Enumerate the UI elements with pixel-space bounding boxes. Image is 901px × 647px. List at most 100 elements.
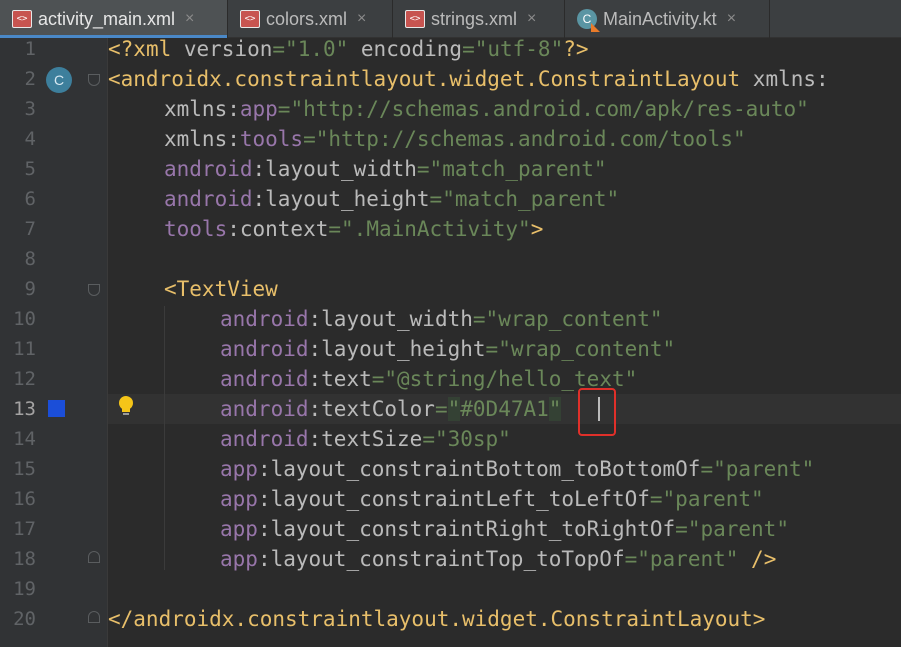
line-number: 2 — [24, 68, 36, 90]
token: = — [434, 397, 448, 421]
token: = — [429, 187, 443, 211]
line-number: 16 — [13, 488, 36, 510]
tab-strings-xml[interactable]: <> strings.xml × — [393, 0, 565, 38]
token: "parent" — [637, 547, 752, 571]
editor-tab-bar: <> activity_main.xml × <> colors.xml × <… — [0, 0, 901, 38]
token: "match_parent" — [429, 157, 607, 181]
line-number: 8 — [24, 248, 36, 270]
token: = — [675, 517, 688, 541]
fold-marker-icon[interactable] — [88, 551, 100, 563]
token: app — [220, 487, 258, 511]
close-icon[interactable]: × — [727, 10, 736, 28]
token: :layout_constraintLeft_toLeftOf — [257, 487, 650, 511]
token: " — [447, 397, 461, 421]
code-line-7: tools:context=".MainActivity"> — [164, 214, 543, 244]
line-number: 14 — [13, 428, 36, 450]
token: #0D47A1 — [460, 397, 549, 421]
code-line-2: <androidx.constraintlayout.widget.Constr… — [108, 64, 829, 94]
tab-label: colors.xml — [266, 8, 348, 29]
tab-colors-xml[interactable]: <> colors.xml × — [228, 0, 393, 38]
token: = — [416, 157, 430, 181]
kotlin-badge-icon — [591, 23, 600, 32]
token: tools — [239, 127, 304, 151]
tab-mainactivity-kt[interactable]: C MainActivity.kt × — [565, 0, 770, 38]
code-line-16: app:layout_constraintLeft_toLeftOf="pare… — [220, 484, 764, 514]
token: android — [164, 187, 253, 211]
line-number: 1 — [24, 38, 36, 60]
color-swatch-icon[interactable] — [48, 400, 65, 417]
code-line-13: android:textColor="#0D47A1" — [220, 394, 562, 424]
close-icon[interactable]: × — [185, 10, 194, 28]
token: "http://schemas.android.com/apk/res-auto… — [290, 97, 809, 121]
fold-marker-icon[interactable] — [88, 284, 100, 296]
line-number: 7 — [24, 218, 36, 240]
code-line-5: android:layout_width="match_parent" — [164, 154, 607, 184]
token: :textSize — [308, 427, 423, 451]
code-line-1: <?xml version="1.0" encoding="utf-8"?> — [108, 34, 589, 64]
code-line-15: app:layout_constraintBottom_toBottomOf="… — [220, 454, 814, 484]
tab-label: MainActivity.kt — [603, 8, 717, 29]
line-number: 15 — [13, 458, 36, 480]
close-icon[interactable]: × — [357, 10, 366, 28]
fold-marker-icon[interactable] — [88, 74, 100, 86]
token: app — [220, 547, 258, 571]
line-number: 18 — [13, 548, 36, 570]
token: ?> — [563, 37, 589, 61]
class-c-icon[interactable]: C — [46, 67, 72, 93]
token: = — [303, 127, 316, 151]
token: "match_parent" — [442, 187, 620, 211]
token: version — [183, 37, 273, 61]
token: xml — [133, 37, 184, 61]
token: <TextView — [164, 277, 278, 301]
code-line-18: app:layout_constraintTop_toTopOf="parent… — [220, 544, 776, 574]
xml-file-icon: <> — [12, 10, 32, 28]
lightbulb-icon[interactable] — [116, 394, 136, 418]
token: :text — [308, 367, 372, 391]
token: android — [220, 367, 309, 391]
line-number: 3 — [24, 98, 36, 120]
token: :layout_width — [252, 157, 417, 181]
kotlin-file-icon: C — [577, 9, 600, 32]
code-line-9: <TextView — [164, 274, 278, 304]
highlight-annotation-box — [578, 388, 616, 436]
code-line-14: android:textSize="30sp" — [220, 424, 511, 454]
token: = — [700, 457, 714, 481]
xml-file-icon: <> — [240, 10, 260, 28]
token: = — [371, 367, 385, 391]
token: "parent" — [662, 487, 764, 511]
fold-marker-icon[interactable] — [88, 611, 100, 623]
token: "utf-8" — [474, 37, 564, 61]
code-line-12: android:text="@string/hello_text" — [220, 364, 637, 394]
token: app — [220, 457, 258, 481]
line-number: 5 — [24, 158, 36, 180]
xml-file-icon: <> — [405, 10, 425, 28]
token: = — [422, 427, 435, 451]
token: android — [220, 337, 309, 361]
token: = — [328, 217, 342, 241]
line-number: 12 — [13, 368, 36, 390]
token: :layout_height — [252, 187, 430, 211]
token: xmlns: — [164, 127, 240, 151]
code-line-11: android:layout_height="wrap_content" — [220, 334, 675, 364]
token: ".MainActivity" — [341, 217, 531, 241]
token: " — [548, 397, 562, 421]
close-icon[interactable]: × — [527, 10, 536, 28]
token: app — [220, 517, 258, 541]
token: :context — [227, 217, 329, 241]
line-number: 19 — [13, 578, 36, 600]
token: = — [485, 337, 499, 361]
indent-guide — [164, 306, 165, 570]
line-number: 9 — [24, 278, 36, 300]
tab-activity-main-xml[interactable]: <> activity_main.xml × — [0, 0, 228, 38]
token: android — [220, 397, 309, 421]
token: :layout_constraintRight_toRightOf — [257, 517, 676, 541]
token: :textColor — [308, 397, 435, 421]
code-line-4: xmlns:tools="http://schemas.android.com/… — [164, 124, 746, 154]
code-line-17: app:layout_constraintRight_toRightOf="pa… — [220, 514, 789, 544]
token: "parent" — [713, 457, 815, 481]
token: xmlns: — [164, 97, 240, 121]
token: "1.0" — [285, 37, 361, 61]
token: "30sp" — [434, 427, 511, 451]
token: > — [530, 217, 544, 241]
token: android — [164, 157, 253, 181]
